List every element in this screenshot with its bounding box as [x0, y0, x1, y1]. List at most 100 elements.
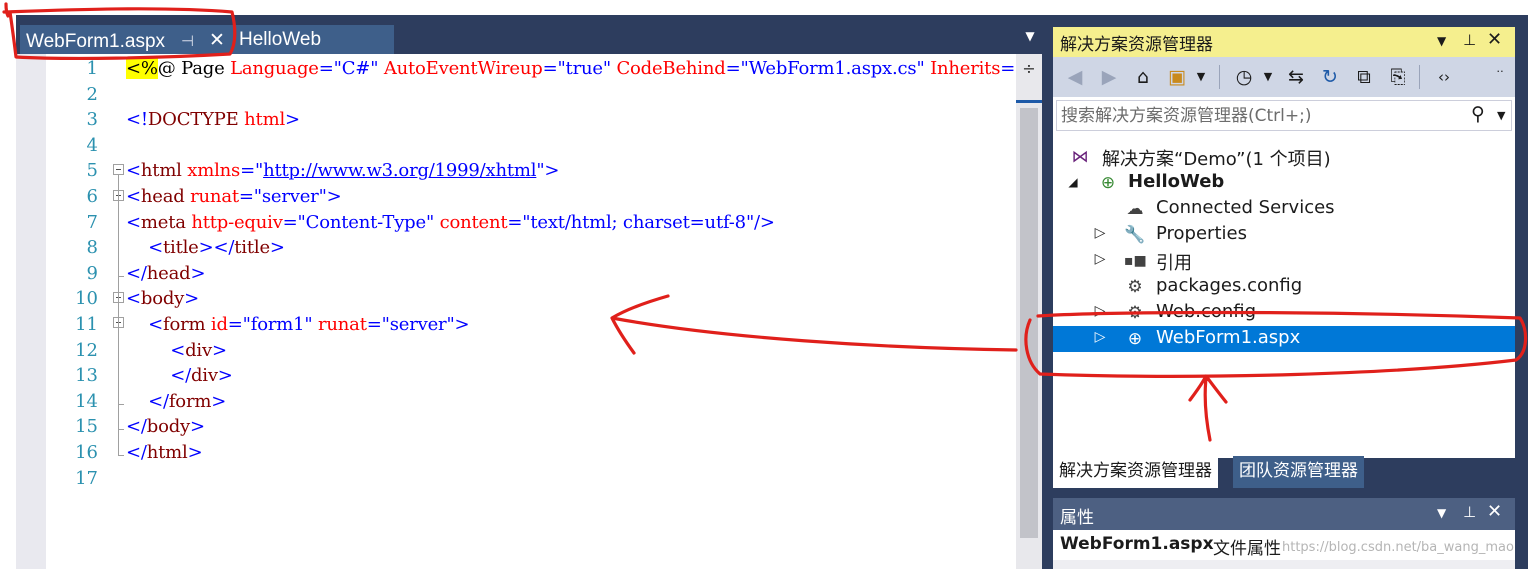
panel-title: 解决方案资源管理器	[1060, 35, 1213, 55]
tree-item-web-config[interactable]: ▷ ⚙ Web.config	[1053, 300, 1515, 326]
outline-line	[118, 175, 119, 455]
code-token: ="	[227, 314, 251, 335]
tab-team-explorer[interactable]: 团队资源管理器	[1233, 456, 1364, 488]
search-input[interactable]	[1061, 104, 1461, 128]
close-icon[interactable]: ✕	[1487, 501, 1502, 522]
window-position-dropdown-icon[interactable]: ▼	[1437, 34, 1446, 48]
config-icon: ⚙	[1127, 277, 1143, 297]
code-token: ="	[1000, 58, 1016, 79]
code-token: div	[185, 339, 212, 361]
code-token: <	[148, 314, 163, 335]
forward-icon[interactable]: ▶	[1098, 65, 1120, 89]
code-token: >	[269, 237, 285, 259]
code-token: "/>	[745, 211, 775, 233]
code-token: server	[389, 314, 447, 335]
tree-item-webform1-aspx[interactable]: ▷ ⊕ WebForm1.aspx	[1053, 326, 1515, 352]
tree-item-properties[interactable]: ▷ 🔧 Properties	[1053, 222, 1515, 248]
code-token: div	[190, 365, 218, 387]
tab-helloweb[interactable]: HelloWeb	[230, 25, 394, 54]
tab-solution-explorer[interactable]: 解决方案资源管理器	[1053, 456, 1218, 488]
selection-margin	[16, 54, 46, 569]
vertical-scrollbar[interactable]: ÷	[1016, 54, 1042, 569]
code-token: ="	[318, 58, 342, 79]
code-token: ></	[198, 237, 235, 259]
toolbar-overflow-icon[interactable]: ‥	[1489, 57, 1511, 81]
tab-webform1-aspx[interactable]: WebForm1.aspx ⊣ ✕	[20, 25, 230, 54]
solution-explorer: 解决方案资源管理器 ▼ ⊥ ✕ ◀ ▶ ⌂ ▣ ▼ ◷ ▼ ⇆ ↻ ⧉ ⎘ ‹›…	[1053, 27, 1515, 458]
view-code-icon[interactable]: ‹›	[1433, 65, 1455, 89]
back-icon[interactable]: ◀	[1064, 65, 1086, 89]
show-all-files-icon[interactable]: ⎘	[1387, 65, 1409, 89]
line-number: 5	[86, 160, 98, 182]
close-icon[interactable]: ✕	[209, 26, 225, 55]
solution-explorer-toolbar: ◀ ▶ ⌂ ▣ ▼ ◷ ▼ ⇆ ↻ ⧉ ⎘ ‹› ‥	[1053, 57, 1515, 97]
tree-item-connected-services[interactable]: ☁ Connected Services	[1053, 196, 1515, 222]
object-type: 文件属性	[1213, 539, 1281, 559]
line-number: 14	[75, 390, 98, 412]
tree-item-project[interactable]: ◢ ⊕ HelloWeb	[1053, 170, 1515, 196]
code-line: </div>	[126, 364, 233, 388]
split-handle-icon[interactable]: ÷	[1020, 58, 1038, 80]
code-token: >	[190, 416, 205, 438]
tool-window-tabs: 解决方案资源管理器 团队资源管理器	[1053, 456, 1515, 490]
code-token: >	[285, 109, 300, 131]
scroll-thumb[interactable]	[1020, 108, 1038, 538]
search-box[interactable]: ⚲ ▼	[1056, 100, 1512, 131]
code-token[interactable]: http://www.w3.org/1999/xhtml	[263, 160, 536, 181]
collapse-icon[interactable]	[113, 164, 124, 175]
tree-item-solution[interactable]: ⋈ 解决方案“Demo”(1 个项目)	[1053, 144, 1515, 170]
collapse-all-icon[interactable]: ⧉	[1353, 65, 1375, 89]
object-name: WebForm1.aspx	[1060, 534, 1214, 554]
home-icon[interactable]: ⌂	[1132, 65, 1154, 89]
pin-icon[interactable]: ⊥	[1463, 503, 1476, 521]
pin-icon[interactable]: ⊥	[1463, 31, 1476, 49]
code-token: >	[211, 390, 227, 412]
editor-body[interactable]: 1 2 3 4 5 6 7 8 9 10 11 12 13 14 15 16 17 <%@ Page Langu…	[16, 54, 1042, 569]
code-token: title	[162, 237, 199, 259]
collapse-arrow-icon[interactable]: ◢	[1066, 175, 1080, 189]
search-options-dropdown-icon[interactable]: ▼	[1497, 109, 1505, 122]
line-number: 4	[86, 134, 98, 156]
expand-arrow-icon[interactable]: ▷	[1093, 329, 1107, 345]
code-token: ="	[238, 186, 262, 207]
code-token: >	[187, 442, 203, 463]
panel-title: 属性	[1060, 508, 1094, 528]
properties-titlebar[interactable]: 属性 ▼ ⊥ ✕	[1053, 498, 1515, 530]
tab-label: HelloWeb	[239, 29, 322, 50]
solution-tree[interactable]: ⋈ 解决方案“Demo”(1 个项目) ◢ ⊕ HelloWeb ☁ Conne…	[1053, 144, 1515, 444]
sync-with-document-icon[interactable]: ⇆	[1285, 65, 1307, 89]
tree-label: WebForm1.aspx	[1156, 327, 1301, 348]
code-token: CodeBehind	[616, 58, 726, 79]
line-number: 2	[86, 83, 98, 105]
tree-label: HelloWeb	[1128, 171, 1225, 192]
expand-arrow-icon[interactable]: ▷	[1093, 251, 1107, 267]
refresh-icon[interactable]: ↻	[1319, 65, 1341, 89]
web-project-icon: ⊕	[1100, 173, 1116, 193]
code-token: <%	[126, 58, 158, 79]
switch-views-icon[interactable]: ▣	[1166, 65, 1188, 89]
line-number: 8	[86, 237, 98, 259]
solution-explorer-titlebar[interactable]: 解决方案资源管理器 ▼ ⊥ ✕	[1053, 27, 1515, 57]
dropdown-arrow-icon[interactable]: ▼	[1190, 65, 1212, 89]
pending-changes-filter-icon[interactable]: ◷	[1233, 65, 1255, 89]
tree-item-references[interactable]: ▷ ▪■ 引用	[1053, 248, 1515, 274]
code-token: >	[184, 288, 200, 310]
code-line: <body>	[126, 287, 199, 311]
close-icon[interactable]: ✕	[1487, 29, 1502, 50]
expand-arrow-icon[interactable]: ▷	[1093, 225, 1107, 241]
search-icon[interactable]: ⚲	[1471, 103, 1485, 125]
pin-icon[interactable]: ⊣	[181, 27, 194, 56]
tree-label: 引用	[1156, 253, 1192, 274]
expand-arrow-icon[interactable]: ▷	[1093, 303, 1107, 319]
window-position-dropdown-icon[interactable]: ▼	[1437, 506, 1446, 520]
code-token: Content-Type	[305, 211, 427, 233]
code-token: xmlns	[187, 160, 241, 182]
dropdown-arrow-icon[interactable]: ▼	[1257, 65, 1279, 89]
code-token: "	[602, 58, 617, 79]
tree-item-packages-config[interactable]: ⚙ packages.config	[1053, 274, 1515, 300]
code-text-area[interactable]: <%@ Page Language="C#" AutoEventWireup="…	[126, 54, 1016, 569]
code-editor: WebForm1.aspx ⊣ ✕ HelloWeb ▼ 1 2 3 4 5 6 7 8 9 10…	[0, 0, 1046, 569]
chevron-down-icon[interactable]: ▼	[1022, 29, 1038, 45]
